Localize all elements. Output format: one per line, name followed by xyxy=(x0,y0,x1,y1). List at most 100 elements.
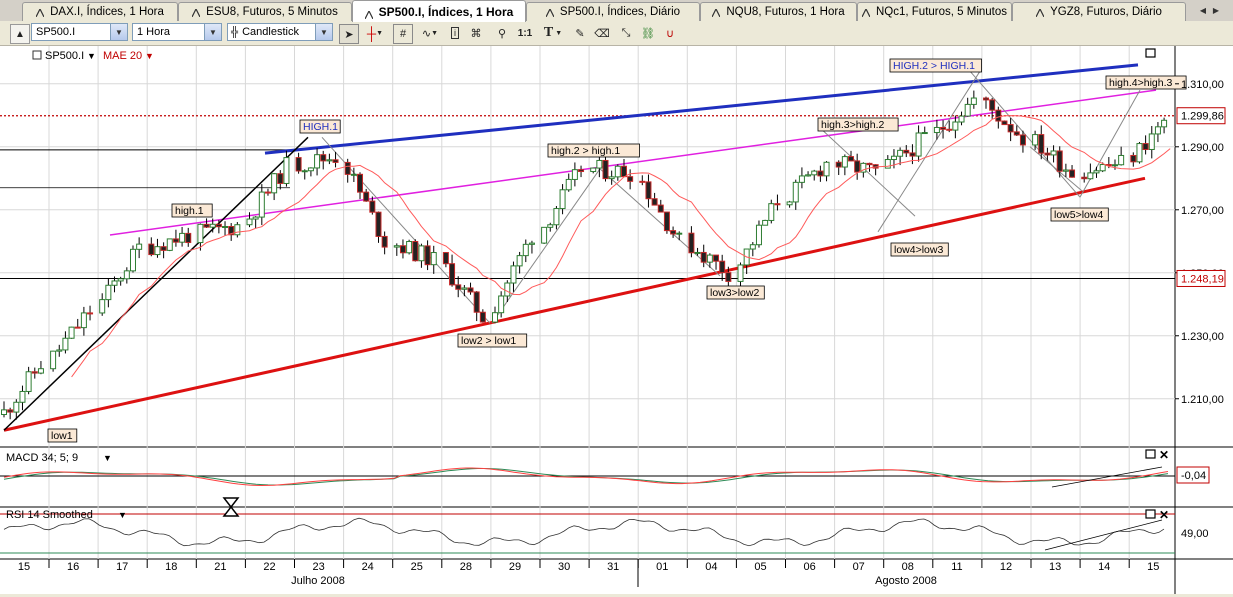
candle-body xyxy=(129,248,136,272)
candle-body xyxy=(897,149,904,157)
chevron-down-icon[interactable]: ▼ xyxy=(103,453,112,463)
maximize-panel-icon[interactable] xyxy=(1145,48,1156,58)
candle-body xyxy=(995,109,1002,122)
wave-tool-button[interactable]: ∿ ▼ xyxy=(418,24,442,42)
symbol-label[interactable]: SP500.I xyxy=(45,50,84,62)
chevron-down-icon[interactable]: ▼ xyxy=(145,51,154,61)
x-tick-label: 31 xyxy=(607,561,619,573)
macd-value: -0,04 xyxy=(1181,470,1206,482)
horseshoe-tool-button[interactable]: ∪ xyxy=(662,24,678,42)
candle-body xyxy=(547,224,554,228)
chevron-down-icon[interactable]: ▼ xyxy=(110,24,127,40)
grid-tool-button[interactable]: # xyxy=(393,24,413,44)
chevron-down-icon[interactable]: ▼ xyxy=(118,510,127,520)
candle-body xyxy=(105,284,112,301)
x-tick-label: 21 xyxy=(214,561,226,573)
tab-scroll-left-button[interactable]: ◀ xyxy=(1197,3,1209,17)
candle-body xyxy=(442,252,449,265)
candle-body xyxy=(1118,154,1125,166)
info-tool-button[interactable]: i xyxy=(448,24,462,42)
chart-type-combo[interactable]: ╬ Candlestick ▼ xyxy=(227,23,333,41)
candle-body xyxy=(258,191,265,218)
chart-area[interactable]: HIGH.1 HIGH.2 > HIGH.1 high.1 high.2 > high… xyxy=(0,46,1233,594)
candle-body xyxy=(762,219,769,226)
candle-body xyxy=(369,200,376,213)
annotation-label: high.4>high.3 xyxy=(1109,77,1173,89)
symbol-combo[interactable]: SP500.I ▼ xyxy=(31,23,128,41)
pen-tool-button[interactable]: ✎ xyxy=(572,24,588,42)
candle-body xyxy=(209,223,216,228)
chart-canvas[interactable]: HIGH.1 HIGH.2 > HIGH.1 high.1 high.2 > high… xyxy=(0,46,1233,594)
mae-indicator-label[interactable]: MAE 20 xyxy=(103,50,142,62)
rsi-panel-header: RSI 14 Smoothed ▼ ✕ xyxy=(6,497,1169,522)
tab-1[interactable]: DAX.I, Índices, 1 Hora xyxy=(22,2,178,21)
tab-4[interactable]: SP500.I, Índices, Diário xyxy=(526,2,700,21)
candle-body xyxy=(755,224,762,246)
interval-combo[interactable]: 1 Hora ▼ xyxy=(132,23,222,41)
annotation-high1[interactable]: high.1 xyxy=(171,203,213,218)
candle-body xyxy=(657,204,664,213)
candle-body xyxy=(1044,152,1051,156)
link-tool-button[interactable]: ⛓ xyxy=(640,24,656,42)
maximize-panel-icon[interactable] xyxy=(1145,449,1156,459)
candle-body xyxy=(608,176,615,180)
tab-5[interactable]: NQU8, Futuros, 1 Hora xyxy=(700,2,857,21)
candle-body xyxy=(185,232,192,244)
candle-body xyxy=(1130,154,1137,163)
tab-label: SP500.I, Índices, 1 Hora xyxy=(378,4,514,19)
pointer-tool-button[interactable]: ➤ xyxy=(339,24,359,44)
annotation-low3[interactable]: low3>low2 xyxy=(706,285,765,300)
annotation-high3[interactable]: high.3>high.2 xyxy=(817,117,899,132)
annotation-high2[interactable]: high.2 > high.1 xyxy=(547,143,640,158)
candle-body xyxy=(578,169,585,173)
candle-body xyxy=(725,272,732,282)
annotation-HIGH1[interactable]: HIGH.1 xyxy=(299,119,341,134)
maximize-panel-icon[interactable] xyxy=(1145,509,1156,519)
zoom-tool-button[interactable]: ⚲ xyxy=(494,24,510,42)
magnet-tool-button[interactable]: ⌘ xyxy=(468,24,484,42)
candle-body xyxy=(1161,119,1168,128)
annotation-HIGH2[interactable]: HIGH.2 > HIGH.1 xyxy=(889,58,982,73)
annotation-high4[interactable]: high.4>high.3 xyxy=(1105,75,1187,90)
text-icon: T xyxy=(543,25,554,40)
annotation-low5[interactable]: low5>low4 xyxy=(1050,207,1109,222)
candle-body xyxy=(510,265,517,284)
candle-body xyxy=(596,159,603,169)
macd-label[interactable]: MACD 34; 5; 9 xyxy=(6,452,78,464)
annotation-label: low2 > low1 xyxy=(461,335,516,347)
close-icon[interactable]: ✕ xyxy=(1159,508,1169,522)
one-to-one-button[interactable]: 1:1 xyxy=(516,24,534,42)
rsi-label[interactable]: RSI 14 Smoothed xyxy=(6,509,93,521)
tab-3[interactable]: SP500.I, Índices, 1 Hora xyxy=(352,0,526,22)
marked-price-label: 1.248,19 xyxy=(1181,273,1224,285)
tab-2[interactable]: ESU8, Futuros, 5 Minutos xyxy=(178,2,352,21)
chevron-down-icon[interactable]: ▼ xyxy=(87,51,96,61)
tab-7[interactable]: YGZ8, Futuros, Diário xyxy=(1012,2,1186,21)
candle-body xyxy=(516,255,523,267)
eraser-tool-button[interactable]: ⌫ xyxy=(594,24,610,42)
candle-body xyxy=(234,224,241,236)
tab-scroll-right-button[interactable]: ▶ xyxy=(1210,3,1222,17)
annotation-low2[interactable]: low2 > low1 xyxy=(457,333,528,348)
text-tool-button[interactable]: T ▼ xyxy=(540,24,566,42)
x-tick-label: 07 xyxy=(853,561,865,573)
x-tick-label: 13 xyxy=(1049,561,1061,573)
candle-body xyxy=(627,176,634,182)
crosshair-tool-button[interactable]: ┼ ▼ xyxy=(363,24,387,42)
candle-body xyxy=(363,191,370,202)
chevron-down-icon[interactable]: ▼ xyxy=(315,24,332,40)
candle-body xyxy=(713,254,720,262)
annotation-low4[interactable]: low4>low3 xyxy=(890,242,949,257)
annotation-label: low1 xyxy=(51,430,73,442)
chevron-down-icon[interactable]: ▼ xyxy=(204,24,221,40)
add-chart-button[interactable]: ▲ xyxy=(10,24,30,44)
symbol-settings-icon[interactable] xyxy=(32,50,42,60)
y-tick-label: 1.210,00 xyxy=(1181,394,1224,406)
annotation-low1[interactable]: low1 xyxy=(47,428,78,443)
resize-tool-button[interactable]: ⤡ xyxy=(618,24,634,42)
tab-6[interactable]: NQc1, Futuros, 5 Minutos xyxy=(857,2,1012,21)
candle-body xyxy=(498,295,505,314)
candle-body xyxy=(301,170,308,173)
candle-body xyxy=(68,326,75,339)
close-icon[interactable]: ✕ xyxy=(1159,448,1169,462)
